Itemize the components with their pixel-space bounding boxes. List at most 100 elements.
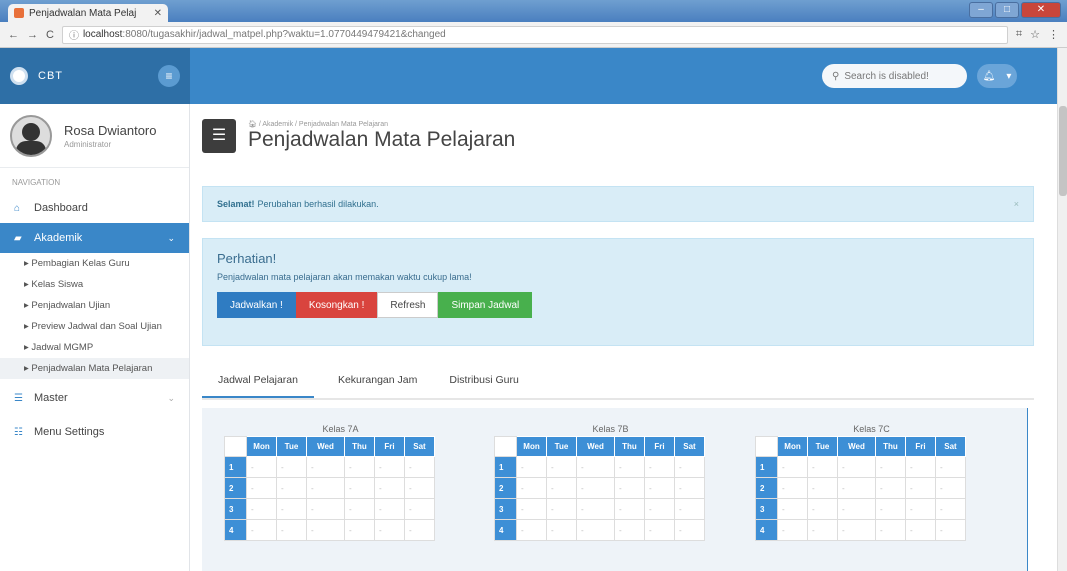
sidebar-item-master[interactable]: ☰ Master ⌄ <box>0 383 189 413</box>
schedule-cell[interactable]: - <box>546 498 577 520</box>
schedule-cell[interactable]: - <box>246 519 277 541</box>
schedule-cell[interactable]: - <box>576 477 615 499</box>
schedule-cell[interactable]: - <box>344 498 375 520</box>
schedule-cell[interactable]: - <box>374 456 405 478</box>
schedule-cell[interactable]: - <box>374 498 405 520</box>
schedule-cell[interactable]: - <box>935 519 966 541</box>
scrollbar-thumb[interactable] <box>1059 106 1067 196</box>
schedule-cell[interactable]: - <box>777 498 808 520</box>
alert-close-icon[interactable]: × <box>1014 199 1019 209</box>
sidebar-sub-kelas-siswa[interactable]: ▸ Kelas Siswa <box>0 274 189 295</box>
url-field[interactable]: ⓘ localhost :8080/tugasakhir/jadwal_matp… <box>61 25 1008 44</box>
schedule-cell[interactable]: - <box>276 498 307 520</box>
menu-dots-icon[interactable]: ⋮ <box>1048 28 1059 41</box>
minimize-button[interactable]: – <box>969 2 993 18</box>
schedule-cell[interactable]: - <box>837 477 876 499</box>
bookmark-star-icon[interactable]: ☆ <box>1030 28 1040 41</box>
schedule-cell[interactable]: - <box>306 498 345 520</box>
page-scrollbar[interactable] <box>1057 48 1067 571</box>
schedule-cell[interactable]: - <box>546 456 577 478</box>
schedule-cell[interactable]: - <box>644 498 675 520</box>
schedule-cell[interactable]: - <box>546 519 577 541</box>
sidebar-toggle-icon[interactable]: ≡ <box>158 65 180 87</box>
tab-jadwal-pelajaran[interactable]: Jadwal Pelajaran <box>202 366 314 398</box>
sidebar-sub-pembagian[interactable]: ▸ Pembagian Kelas Guru <box>0 253 189 274</box>
notification-dropdown[interactable]: 🔔︎ ▾ <box>977 64 1017 88</box>
schedule-cell[interactable]: - <box>546 477 577 499</box>
schedule-cell[interactable]: - <box>905 456 936 478</box>
schedule-cell[interactable]: - <box>246 477 277 499</box>
schedule-cell[interactable]: - <box>674 519 705 541</box>
schedule-cell[interactable]: - <box>807 477 838 499</box>
schedule-cell[interactable]: - <box>516 519 547 541</box>
sidebar-sub-preview[interactable]: ▸ Preview Jadwal dan Soal Ujian <box>0 316 189 337</box>
schedule-cell[interactable]: - <box>516 498 547 520</box>
schedule-cell[interactable]: - <box>674 477 705 499</box>
schedule-cell[interactable]: - <box>905 477 936 499</box>
sidebar-item-dashboard[interactable]: ⌂ Dashboard <box>0 193 189 223</box>
schedule-cell[interactable]: - <box>644 477 675 499</box>
tab-distribusi-guru[interactable]: Distribusi Guru <box>433 366 534 398</box>
schedule-cell[interactable]: - <box>576 456 615 478</box>
schedule-cell[interactable]: - <box>404 456 435 478</box>
schedule-cell[interactable]: - <box>807 519 838 541</box>
schedule-cell[interactable]: - <box>614 498 645 520</box>
sidebar-item-menu-settings[interactable]: ☷ Menu Settings <box>0 417 189 447</box>
schedule-cell[interactable]: - <box>905 498 936 520</box>
schedule-cell[interactable]: - <box>807 456 838 478</box>
schedule-cell[interactable]: - <box>246 456 277 478</box>
schedule-cell[interactable]: - <box>905 519 936 541</box>
search-input[interactable]: ⚲ Search is disabled! <box>822 64 967 88</box>
maximize-button[interactable]: □ <box>995 2 1019 18</box>
schedule-cell[interactable]: - <box>404 477 435 499</box>
schedule-cell[interactable]: - <box>614 477 645 499</box>
sidebar-sub-mgmp[interactable]: ▸ Jadwal MGMP <box>0 337 189 358</box>
kosongkan-button[interactable]: Kosongkan ! <box>295 292 378 318</box>
schedule-cell[interactable]: - <box>516 477 547 499</box>
schedule-cell[interactable]: - <box>777 477 808 499</box>
sidebar-item-akademik[interactable]: ▰ Akademik ⌄ <box>0 223 189 253</box>
schedule-cell[interactable]: - <box>674 498 705 520</box>
schedule-cell[interactable]: - <box>644 456 675 478</box>
schedule-cell[interactable]: - <box>576 519 615 541</box>
schedule-cell[interactable]: - <box>516 456 547 478</box>
schedule-cell[interactable]: - <box>837 498 876 520</box>
schedule-cell[interactable]: - <box>935 456 966 478</box>
schedule-cell[interactable]: - <box>404 498 435 520</box>
schedule-cell[interactable]: - <box>404 519 435 541</box>
schedule-cell[interactable]: - <box>276 519 307 541</box>
schedule-cell[interactable]: - <box>614 519 645 541</box>
schedule-cell[interactable]: - <box>777 456 808 478</box>
schedule-cell[interactable]: - <box>344 477 375 499</box>
jadwalkan-button[interactable]: Jadwalkan ! <box>217 292 296 318</box>
schedule-cell[interactable]: - <box>875 519 906 541</box>
schedule-cell[interactable]: - <box>344 519 375 541</box>
simpan-jadwal-button[interactable]: Simpan Jadwal <box>438 292 533 318</box>
schedule-cell[interactable]: - <box>344 456 375 478</box>
schedule-cell[interactable]: - <box>276 456 307 478</box>
forward-icon[interactable]: → <box>27 29 38 41</box>
refresh-button[interactable]: Refresh <box>377 292 439 318</box>
schedule-cell[interactable]: - <box>306 477 345 499</box>
schedule-cell[interactable]: - <box>374 477 405 499</box>
sidebar-sub-penjadwalan-mapel[interactable]: ▸ Penjadwalan Mata Pelajaran <box>0 358 189 379</box>
schedule-cell[interactable]: - <box>374 519 405 541</box>
schedule-cell[interactable]: - <box>875 498 906 520</box>
sidebar-sub-penjadwalan-ujian[interactable]: ▸ Penjadwalan Ujian <box>0 295 189 316</box>
schedule-cell[interactable]: - <box>935 498 966 520</box>
schedule-cell[interactable]: - <box>674 456 705 478</box>
reload-icon[interactable]: C <box>46 29 54 41</box>
browser-tab[interactable]: Penjadwalan Mata Pelaj ✕ <box>8 4 168 22</box>
schedule-cell[interactable]: - <box>276 477 307 499</box>
schedule-cell[interactable]: - <box>644 519 675 541</box>
schedule-cell[interactable]: - <box>614 456 645 478</box>
schedule-cell[interactable]: - <box>837 456 876 478</box>
schedule-cell[interactable]: - <box>246 498 277 520</box>
schedule-cell[interactable]: - <box>837 519 876 541</box>
schedule-cell[interactable]: - <box>306 519 345 541</box>
schedule-cell[interactable]: - <box>807 498 838 520</box>
tab-close-icon[interactable]: ✕ <box>154 8 162 19</box>
tab-kekurangan-jam[interactable]: Kekurangan Jam <box>322 366 433 398</box>
schedule-cell[interactable]: - <box>935 477 966 499</box>
schedule-cell[interactable]: - <box>777 519 808 541</box>
